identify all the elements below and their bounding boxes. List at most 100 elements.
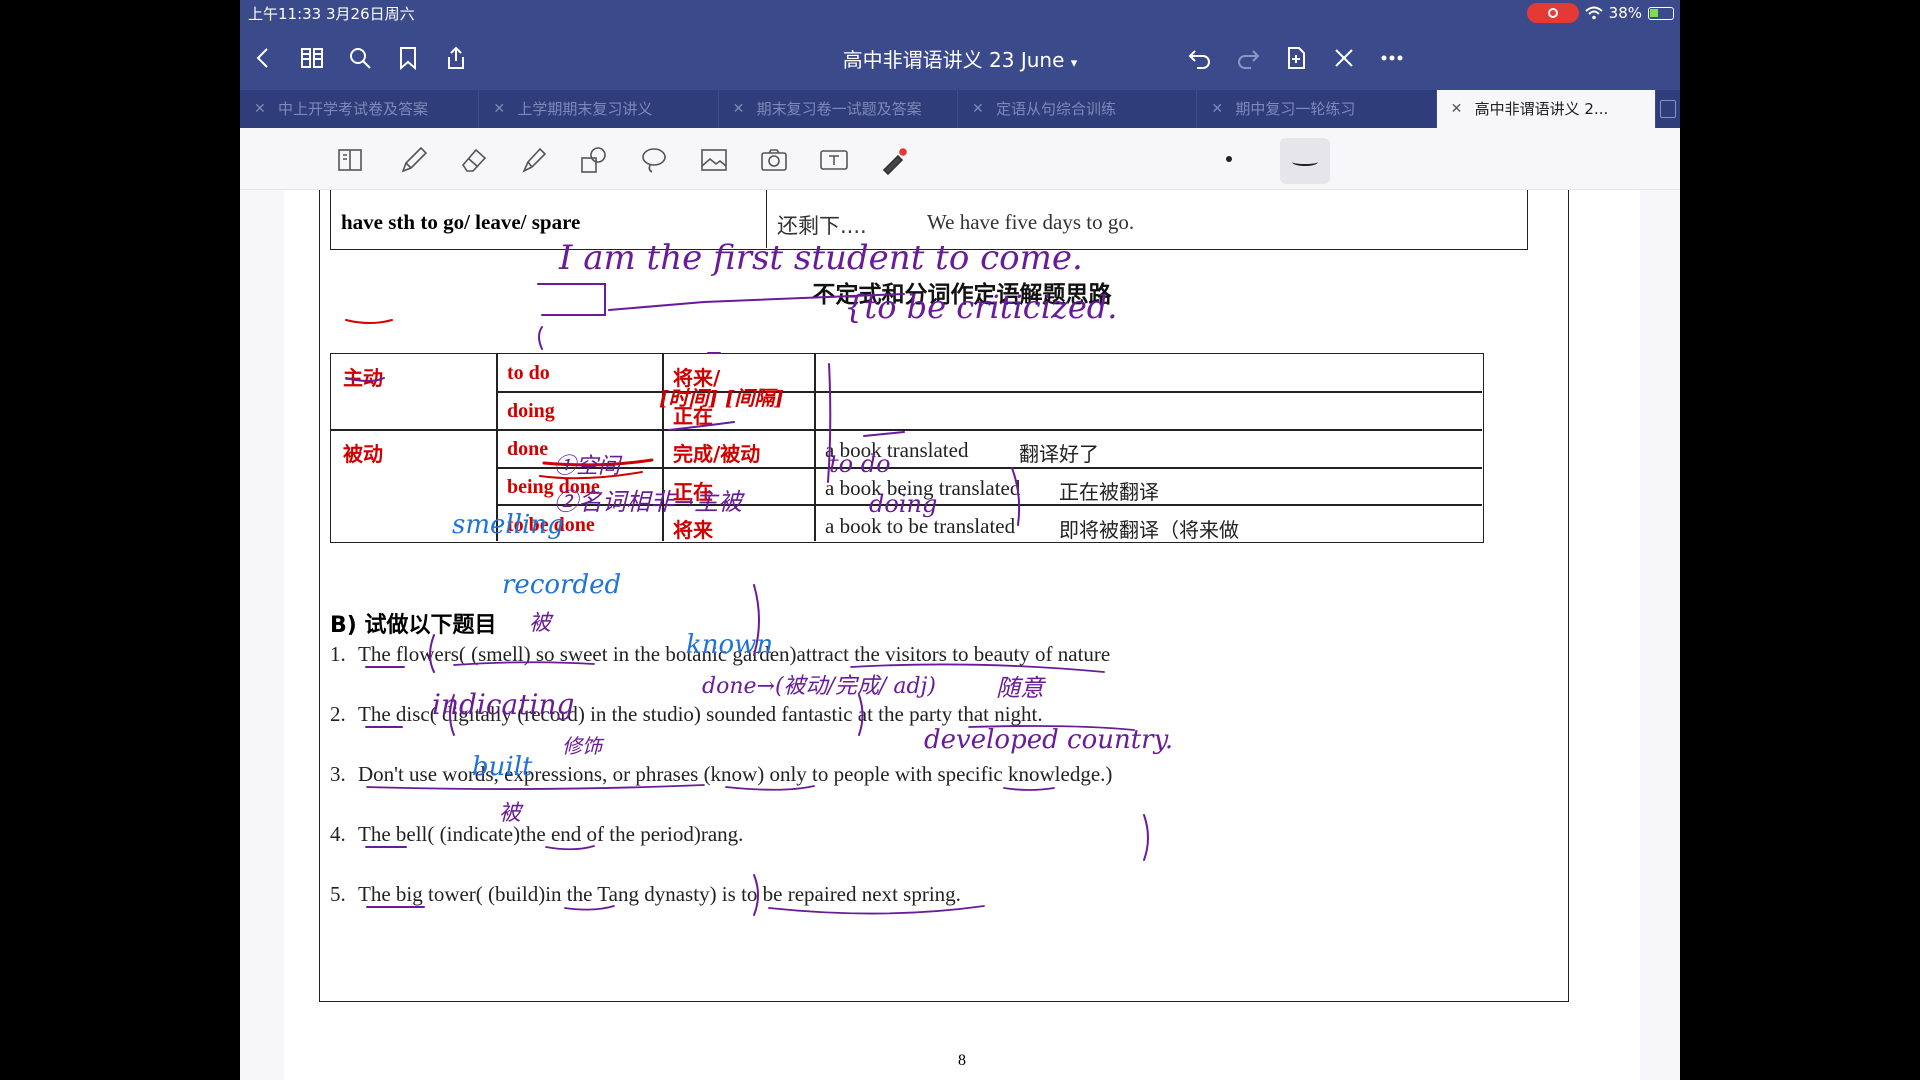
pen-icon <box>401 146 428 173</box>
lasso-tool[interactable] <box>636 142 672 178</box>
question-3: 3. Don't use words, expressions, or phras… <box>330 762 1113 786</box>
shapes-icon <box>581 147 606 173</box>
tab-overview-icon[interactable] <box>1656 90 1680 128</box>
search-icon <box>350 48 371 69</box>
thumbnails-button[interactable] <box>294 40 330 76</box>
meaning-cell: 将来/ <box>673 366 721 390</box>
page-view-icon <box>338 149 362 171</box>
status-bar: 上午11:33 3月26日周六 38% <box>240 0 1680 26</box>
phrase-cell: have sth to go/ leave/ spare <box>331 190 767 248</box>
example-cell: a book being translated <box>825 476 1021 500</box>
note-cell: 即将被翻译（将来做 <box>1059 518 1239 542</box>
screen-recording-icon[interactable] <box>1526 3 1579 23</box>
note-cell: 正在被翻译 <box>1059 480 1159 504</box>
eraser-icon <box>461 148 487 172</box>
tab-close-icon[interactable]: ✕ <box>1451 90 1463 128</box>
page-frame <box>319 190 1569 1002</box>
meaning-cell: 正在 <box>673 404 713 428</box>
phrase-table-row: have sth to go/ leave/ spare 还剩下.... We … <box>330 190 1528 250</box>
section-b-heading: B) 试做以下题目 <box>330 613 497 638</box>
grid-icon <box>301 48 323 68</box>
form-cell: being done <box>507 476 600 498</box>
section-title: 不定式和分词作定语解题思路 <box>812 282 1112 308</box>
tab-document-5[interactable]: ✕ 期中复习一轮练习 <box>1197 90 1437 128</box>
top-bar: 上午11:33 3月26日周六 38% 高中非谓语讲义 23 June ▾ <box>240 0 1680 90</box>
form-cell: done <box>507 438 549 460</box>
ipad-screen: 上午11:33 3月26日周六 38% 高中非谓语讲义 23 June ▾ ✕ … <box>240 0 1680 1080</box>
highlighter-tool[interactable] <box>516 142 552 178</box>
nav-bar: 高中非谓语讲义 23 June ▾ <box>240 32 1680 84</box>
example-cell: We have five days to go. <box>927 210 1135 234</box>
meaning-cell: 正在 <box>673 480 713 504</box>
tab-document-3[interactable]: ✕ 期末复习卷一试题及答案 <box>719 90 958 128</box>
text-icon <box>820 150 848 170</box>
status-indicators: 38% <box>1526 3 1674 23</box>
stroke-style-selector[interactable] <box>1280 138 1330 184</box>
meaning-cell: 还剩下.... <box>777 214 867 238</box>
battery-percent: 38% <box>1608 4 1642 22</box>
undo-button[interactable] <box>1182 40 1218 76</box>
form-cell: doing <box>507 400 555 422</box>
battery-icon <box>1648 6 1674 20</box>
add-page-icon <box>1288 47 1305 69</box>
redo-button[interactable] <box>1230 40 1266 76</box>
chevron-left-icon <box>256 48 268 68</box>
bookmark-icon <box>400 47 416 71</box>
laser-pointer-tool[interactable] <box>876 142 912 178</box>
tab-document-1[interactable]: ✕ 中上开学考试卷及答案 <box>240 90 480 128</box>
search-button[interactable] <box>342 40 378 76</box>
tab-document-active[interactable]: ✕ 高中非谓语讲义 2... <box>1436 90 1657 128</box>
question-1: 1. The flowers( (smell) so sweet in the b… <box>330 642 1111 666</box>
tab-close-icon[interactable]: ✕ <box>493 90 505 128</box>
drawing-toolbar <box>240 128 1680 254</box>
pen-tool[interactable] <box>396 142 432 178</box>
camera-tool[interactable] <box>756 142 792 178</box>
example-cell: a book to be translated <box>825 514 1016 538</box>
question-2: 2. The disc( digitally (record) in the st… <box>330 702 1043 726</box>
tab-document-4[interactable]: ✕ 定语从句综合训练 <box>958 90 1198 128</box>
question-5: 5. The big tower( (build)in the Tang dyna… <box>330 882 961 906</box>
laser-icon <box>882 148 907 176</box>
page-view-tool[interactable] <box>332 142 368 178</box>
share-icon <box>448 46 464 69</box>
voice-passive-label: 被动 <box>343 442 383 466</box>
meaning-cell: 将来 <box>673 518 713 542</box>
question-4: 4. The bell( (indicate)the end of the per… <box>330 822 744 846</box>
wifi-icon <box>1584 6 1603 20</box>
undo-icon <box>1188 50 1210 69</box>
image-icon <box>701 149 727 171</box>
highlighter-icon <box>522 147 547 173</box>
voice-active-label: 主动 <box>343 366 383 390</box>
meaning-cell: 完成/被动 <box>673 442 761 466</box>
text-tool[interactable] <box>816 142 852 178</box>
tab-close-icon[interactable]: ✕ <box>972 90 984 128</box>
note-cell: 翻译好了 <box>1019 442 1099 466</box>
more-button[interactable] <box>1374 40 1410 76</box>
tab-close-icon[interactable]: ✕ <box>733 90 745 128</box>
tab-close-icon[interactable]: ✕ <box>1211 90 1223 128</box>
bookmark-button[interactable] <box>390 40 426 76</box>
status-time: 上午11:33 3月26日周六 <box>248 5 415 23</box>
lasso-icon <box>642 148 666 173</box>
close-icon <box>1335 49 1353 67</box>
document-tabs: ✕ 中上开学考试卷及答案 ✕ 上学期期末复习讲义 ✕ 期末复习卷一试题及答案 ✕ 定语从… <box>240 90 1680 128</box>
form-cell: to do <box>507 362 550 384</box>
shapes-tool[interactable] <box>576 142 612 178</box>
pen-size-dot[interactable] <box>1226 156 1232 162</box>
page-number: 8 <box>958 1052 966 1069</box>
redo-icon <box>1238 50 1260 69</box>
add-page-button[interactable] <box>1278 40 1314 76</box>
tab-close-icon[interactable]: ✕ <box>254 90 266 128</box>
chevron-down-icon: ▾ <box>1070 56 1078 71</box>
form-cell: to be done <box>507 514 595 536</box>
close-button[interactable] <box>1326 40 1362 76</box>
more-icon <box>1381 55 1403 61</box>
share-button[interactable] <box>438 40 474 76</box>
eraser-tool[interactable] <box>456 142 492 178</box>
camera-icon <box>761 149 787 171</box>
back-button[interactable] <box>246 40 282 76</box>
tab-document-2[interactable]: ✕ 上学期期末复习讲义 <box>479 90 719 128</box>
pdf-page[interactable]: have sth to go/ leave/ spare 还剩下.... We … <box>284 190 1640 1080</box>
image-tool[interactable] <box>696 142 732 178</box>
example-cell: a book translated <box>825 438 969 462</box>
